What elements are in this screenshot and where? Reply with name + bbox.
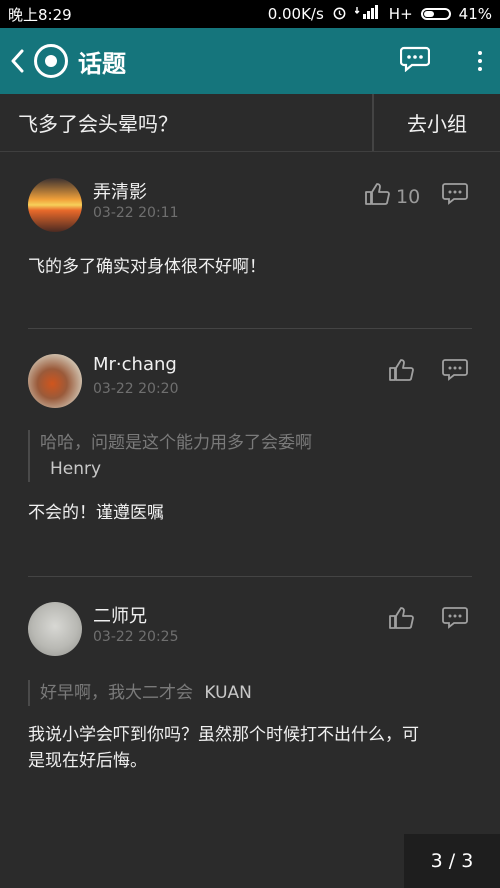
battery-percent: 41% (458, 5, 492, 23)
post-text: 不会的！谨遵医嘱 (28, 503, 164, 523)
signal-icon (354, 5, 381, 23)
page-title: 话题 (78, 49, 126, 78)
network-speed: 0.00K/s (267, 5, 324, 23)
avatar[interactable] (28, 178, 82, 232)
alarm-icon (332, 5, 347, 24)
quote-text: 哈哈，问题是这个能力用多了会委啊 (40, 433, 312, 453)
post-text: 飞的多了确实对身体很不好啊！ (28, 257, 266, 277)
network-type: H+ (388, 5, 413, 23)
quote-author: Henry (50, 459, 102, 479)
thumbs-up-icon (388, 606, 416, 635)
post-item: Mr·chang 03-22 20:20 哈哈，问题是这个能力用多了会委啊 He… (0, 328, 500, 576)
status-bar: 晚上8:29 0.00K/s H+ 41% (0, 0, 500, 28)
post-item: 二师兄 03-22 20:25 好早啊，我大二才会 KUAN 我说小学会吓到你吗… (0, 576, 500, 834)
status-time: 晚上8:29 (8, 5, 72, 24)
username[interactable]: Mr·chang (93, 354, 177, 375)
thumbs-up-icon (364, 182, 392, 211)
avatar[interactable] (28, 354, 82, 408)
status-indicators: 0.00K/s H+ 41% (268, 5, 492, 24)
reply-icon[interactable] (442, 606, 468, 634)
post-text: 我说小学会吓到你吗？虽然那个时候打不出什么，可是现在好后悔。 (28, 725, 419, 771)
battery-fill (423, 11, 434, 17)
avatar[interactable] (28, 602, 82, 656)
app-logo-icon[interactable] (34, 44, 68, 78)
post-time: 03-22 20:11 (93, 205, 179, 221)
app-bar: 话题 (0, 28, 500, 94)
quote-author: KUAN (204, 683, 252, 703)
like-button[interactable]: 10 (364, 182, 420, 211)
like-button[interactable] (388, 358, 416, 387)
username[interactable]: 弄清影 (93, 178, 147, 204)
topic-bar: 飞多了会头晕吗？ 去小组 (0, 94, 500, 152)
like-button[interactable] (388, 606, 416, 635)
post-item: 弄清影 03-22 20:11 10 飞的多了确实对身体很不好啊！ (0, 152, 500, 328)
post-time: 03-22 20:20 (93, 381, 179, 397)
post-time: 03-22 20:25 (93, 629, 179, 645)
page-indicator: 3 / 3 (404, 834, 500, 888)
thumbs-up-icon (388, 358, 416, 387)
back-arrow-icon[interactable] (10, 46, 28, 76)
reply-icon[interactable] (442, 182, 468, 210)
go-to-group-button[interactable]: 去小组 (372, 94, 500, 151)
topic-title: 飞多了会头晕吗？ (18, 112, 178, 136)
quoted-reply: 哈哈，问题是这个能力用多了会委啊 Henry (28, 430, 312, 482)
more-vertical-icon[interactable] (470, 51, 490, 71)
reply-icon[interactable] (442, 358, 468, 386)
like-count: 10 (396, 185, 421, 208)
username[interactable]: 二师兄 (93, 602, 147, 628)
quoted-reply: 好早啊，我大二才会 KUAN (28, 680, 252, 706)
quote-text: 好早啊，我大二才会 (40, 683, 193, 703)
battery-icon (420, 8, 451, 20)
comment-icon[interactable] (399, 46, 431, 76)
